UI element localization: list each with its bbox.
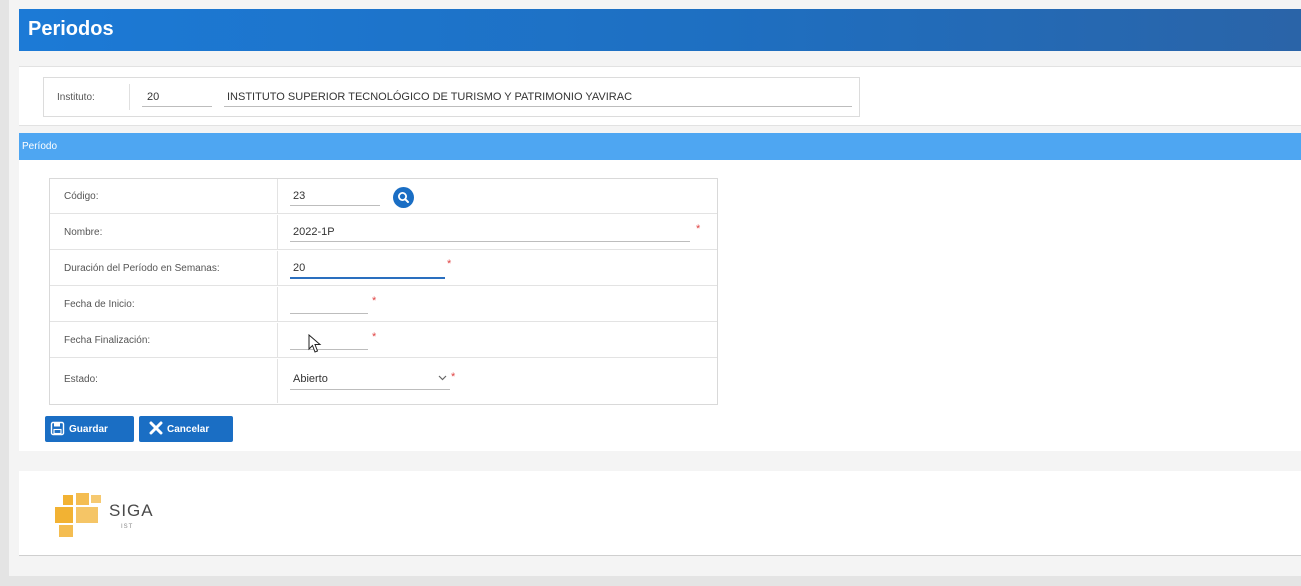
estado-label: Estado: [64, 374, 98, 385]
divider [277, 251, 278, 285]
page-title: Periodos [28, 18, 114, 40]
periodo-section-header: Período [19, 133, 1301, 160]
instituto-panel: Instituto: 20 INSTITUTO SUPERIOR TECNOLÓ… [19, 66, 1301, 126]
page: Periodos Instituto: 20 INSTITUTO SUPERIO… [9, 0, 1301, 576]
fecha-fin-underline [290, 349, 368, 350]
form-row-codigo: Código: 23 [50, 179, 717, 214]
page-header: Periodos [19, 9, 1301, 51]
estado-underline [290, 389, 450, 390]
chevron-down-icon[interactable] [438, 373, 447, 383]
divider [277, 359, 278, 403]
search-button[interactable] [393, 187, 414, 208]
mouse-pointer-icon [308, 333, 322, 359]
floppy-disk-icon [50, 421, 65, 439]
instituto-name-underline [224, 106, 852, 107]
required-marker: * [451, 371, 456, 383]
codigo-label: Código: [64, 191, 99, 202]
fecha-inicio-underline [290, 313, 368, 314]
form-row-duracion: Duración del Período en Semanas: 20 * [50, 251, 717, 286]
duracion-input[interactable]: 20 [293, 262, 305, 274]
cancel-label: Cancelar [167, 424, 210, 435]
required-marker: * [372, 295, 377, 307]
codigo-underline [290, 205, 380, 206]
search-icon [398, 192, 409, 203]
duracion-underline [290, 277, 445, 279]
nombre-input[interactable]: 2022-1P [293, 226, 335, 238]
periodo-section-title: Período [22, 141, 58, 152]
fecha-fin-label: Fecha Finalización: [64, 335, 151, 346]
form-row-fecha-fin: Fecha Finalización: * [50, 323, 717, 358]
divider [277, 179, 278, 213]
instituto-name: INSTITUTO SUPERIOR TECNOLÓGICO DE TURISM… [227, 91, 633, 103]
estado-select[interactable]: Abierto [293, 373, 328, 385]
periodo-form: Código: 23 Nombre: 2022-1P * Duración de… [49, 178, 718, 405]
page-footer: SIGA IST [19, 471, 1301, 556]
divider [277, 323, 278, 357]
save-button[interactable]: Guardar [45, 416, 134, 442]
instituto-box: Instituto: 20 INSTITUTO SUPERIOR TECNOLÓ… [43, 77, 860, 117]
required-marker: * [372, 331, 377, 343]
instituto-code: 20 [147, 91, 160, 103]
duracion-label: Duración del Período en Semanas: [64, 263, 220, 274]
periodo-panel: Período Código: 23 Nombre: 2022-1P * Dur… [19, 133, 1301, 451]
logo-subtext: IST [121, 524, 134, 530]
fecha-inicio-label: Fecha de Inicio: [64, 299, 135, 310]
cancel-button[interactable]: Cancelar [139, 416, 233, 442]
close-icon [149, 421, 163, 438]
form-row-nombre: Nombre: 2022-1P * [50, 215, 717, 250]
divider [277, 215, 278, 249]
nombre-label: Nombre: [64, 227, 103, 238]
instituto-code-underline [142, 106, 212, 107]
required-marker: * [447, 258, 452, 270]
form-row-estado: Estado: Abierto * [50, 359, 717, 403]
nombre-underline [290, 241, 690, 242]
form-row-fecha-inicio: Fecha de Inicio: * [50, 287, 717, 322]
instituto-label: Instituto: [57, 92, 95, 103]
divider [277, 287, 278, 321]
codigo-input[interactable]: 23 [293, 190, 305, 202]
save-label: Guardar [69, 424, 108, 435]
divider [129, 84, 130, 110]
required-marker: * [696, 223, 701, 235]
logo-text: SIGA [109, 501, 154, 520]
